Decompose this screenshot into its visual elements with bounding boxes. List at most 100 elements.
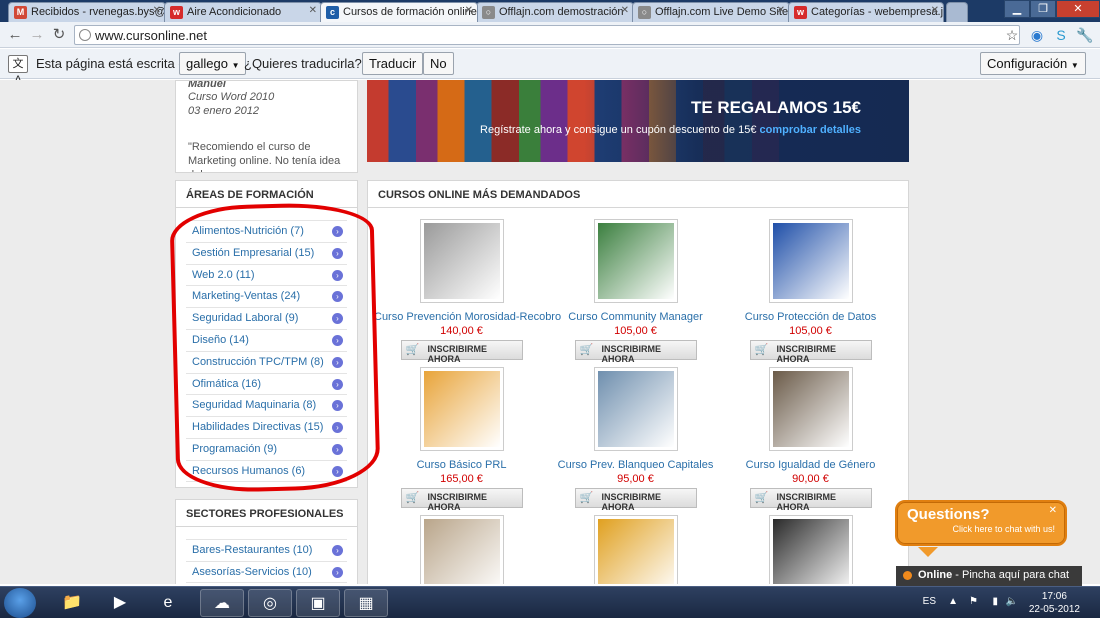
course-image [772, 223, 849, 299]
tab-aire[interactable]: w Aire Acondicionado ✕ [164, 2, 322, 22]
cart-icon: 🛒 [579, 344, 594, 356]
tab-gmail[interactable]: M Recibidos - rvenegas.bys@g ✕ [8, 2, 166, 22]
chrome-icon[interactable]: ◎ [248, 589, 292, 617]
course-name-link[interactable]: Curso Prev. Blanqueo Capitales [548, 459, 723, 471]
network-icon[interactable]: ▮ [992, 596, 998, 607]
course-thumbnail[interactable] [593, 515, 678, 584]
reload-icon[interactable]: ↻ [50, 26, 68, 44]
back-icon[interactable]: ← [6, 26, 24, 44]
category-label: Construcción TPC/TPM (8) [192, 355, 324, 368]
windows-taskbar: 📁 ▶ e ☁ ◎ ▣ ▦ ES ▲ ⚑ ▮ 🔈 17:06 22-05-201… [0, 586, 1100, 618]
close-icon[interactable]: ✕ [621, 5, 629, 16]
address-bar[interactable]: www.cursonline.net [74, 25, 1020, 45]
url-text: www.cursonline.net [95, 28, 207, 43]
volume-icon[interactable]: 🔈 [1006, 596, 1018, 607]
close-icon[interactable]: ✕ [309, 5, 317, 16]
banner-subtitle: Regístrate ahora y consigue un cupón des… [480, 124, 861, 136]
show-hidden-icons-icon[interactable]: ▲ [948, 596, 958, 607]
no-button[interactable]: No [423, 52, 454, 75]
category-link[interactable]: Diseño (14) › [186, 328, 347, 351]
category-link[interactable]: Asesorías-Servicios (10) › [186, 560, 347, 583]
category-link[interactable]: Construcción TPC/TPM (8) › [186, 350, 347, 373]
category-link[interactable]: Web 2.0 (11) › [186, 263, 347, 286]
course-thumbnail[interactable] [768, 515, 853, 584]
cart-icon: 🛒 [754, 492, 769, 504]
close-window-icon[interactable]: ✕ [1056, 0, 1100, 18]
banner-details-link[interactable]: comprobar detalles [760, 124, 861, 136]
tab-offlajn-live[interactable]: ○ Offlajn.com Live Demo Site ✕ [632, 2, 790, 22]
category-label: Seguridad Laboral (9) [192, 312, 299, 325]
maximize-icon[interactable]: ❐ [1030, 0, 1056, 18]
clock[interactable]: 17:06 22-05-2012 [1029, 590, 1080, 616]
course-name-link[interactable]: Curso Protección de Datos [723, 311, 898, 323]
tab-cursonline[interactable]: c Cursos de formación online ✕ [320, 2, 478, 22]
language-indicator[interactable]: ES [923, 596, 936, 607]
course-name-link[interactable]: Curso Básico PRL [374, 459, 549, 471]
translate-button[interactable]: Traducir [362, 52, 424, 75]
minimize-icon[interactable]: ▁ [1004, 0, 1030, 18]
explorer-icon[interactable]: 📁 [50, 589, 94, 617]
course-image [772, 371, 849, 447]
category-link[interactable]: Seguridad Maquinaria (8) › [186, 394, 347, 416]
course-image [423, 519, 500, 584]
category-link[interactable]: Marketing-Ventas (24) › [186, 285, 347, 307]
new-tab-button[interactable] [946, 2, 968, 22]
course-name-link[interactable]: Curso Igualdad de Género [723, 459, 898, 471]
settings-button[interactable]: Configuración ▼ [980, 52, 1086, 75]
chat-online-bar[interactable]: Online - Pincha aquí para chat [896, 566, 1082, 586]
course-thumbnail[interactable] [768, 219, 853, 303]
category-link[interactable]: Alimentos-Nutrición (7) › [186, 220, 347, 242]
tab-categorias[interactable]: w Categorías - webempresa.jc ✕ [788, 2, 944, 22]
close-icon[interactable]: ✕ [1049, 505, 1057, 516]
promo-banner[interactable]: TE REGALAMOS 15€ Regístrate ahora y cons… [367, 80, 909, 162]
chat-bubble[interactable]: Questions? Click here to chat with us! ✕ [895, 500, 1067, 546]
clock-date: 22-05-2012 [1028, 604, 1080, 615]
areas-list: Alimentos-Nutrición (7) › Gestión Empresar… [186, 220, 347, 482]
close-icon[interactable]: ✕ [777, 5, 785, 16]
course-thumbnail[interactable] [593, 367, 678, 451]
wrench-icon[interactable]: 🔧 [1076, 26, 1094, 44]
internet-explorer-icon[interactable]: e [146, 589, 190, 617]
action-center-icon[interactable]: ⚑ [969, 596, 978, 607]
close-icon[interactable]: ✕ [465, 5, 473, 16]
course-thumbnail[interactable] [768, 367, 853, 451]
remote-desktop-icon[interactable]: ▣ [296, 589, 340, 617]
network-app-icon[interactable]: ☁ [200, 589, 244, 617]
forward-icon[interactable]: → [28, 26, 46, 44]
close-icon[interactable]: ✕ [931, 5, 939, 16]
category-link[interactable]: Habilidades Directivas (15) › [186, 416, 347, 438]
course-thumbnail[interactable] [419, 515, 504, 584]
skype-extension-icon[interactable]: S [1052, 26, 1070, 44]
close-icon[interactable]: ✕ [153, 5, 161, 16]
language-select[interactable]: gallego ▼ [179, 52, 247, 75]
category-link[interactable]: Bares-Restaurantes (10) › [186, 539, 347, 561]
course-card: Curso Igualdad de Género 90,00 € 🛒 INSCRIBI… [723, 356, 898, 512]
course-thumbnail[interactable] [593, 219, 678, 303]
start-button-icon[interactable] [4, 588, 36, 618]
cursonline-icon: c [326, 6, 339, 19]
category-link[interactable]: Seguridad Laboral (9) › [186, 307, 347, 329]
course-thumbnail[interactable] [419, 367, 504, 451]
category-label: Alimentos-Nutrición (7) [192, 225, 304, 237]
star-icon[interactable]: ☆ [1003, 26, 1021, 44]
category-link[interactable]: Gestión Empresarial (15) › [186, 241, 347, 264]
eye-extension-icon[interactable]: ◉ [1028, 26, 1046, 44]
course-price: 95,00 € [617, 473, 654, 485]
course-price: 90,00 € [792, 473, 829, 485]
online-status-icon [903, 571, 912, 580]
testimonial-box: Manuel Curso Word 2010 03 enero 2012 "Re… [175, 80, 358, 173]
media-player-icon[interactable]: ▶ [98, 589, 142, 617]
category-link[interactable]: Recursos Humanos (6) › [186, 459, 347, 482]
course-thumbnail[interactable] [419, 219, 504, 303]
category-label: Ofimática (16) [192, 377, 262, 390]
chat-bubble-title: Questions? [907, 506, 990, 523]
category-link[interactable]: Programación (9) › [186, 437, 347, 460]
course-name-link[interactable]: Curso Prevención Morosidad-Recobro [374, 311, 561, 323]
category-link[interactable]: Ofimática (16) › [186, 372, 347, 395]
quote-line: Marketing online. No tenía idea del [188, 155, 341, 172]
tab-offlajn-demo[interactable]: ○ Offlajn.com demostración ✕ [476, 2, 634, 22]
course-name-link[interactable]: Curso Community Manager [548, 311, 723, 323]
course-card: Curso Prevención Morosidad-Recobro 140,00… [374, 208, 561, 364]
image-app-icon[interactable]: ▦ [344, 589, 388, 617]
course-image [772, 519, 849, 584]
